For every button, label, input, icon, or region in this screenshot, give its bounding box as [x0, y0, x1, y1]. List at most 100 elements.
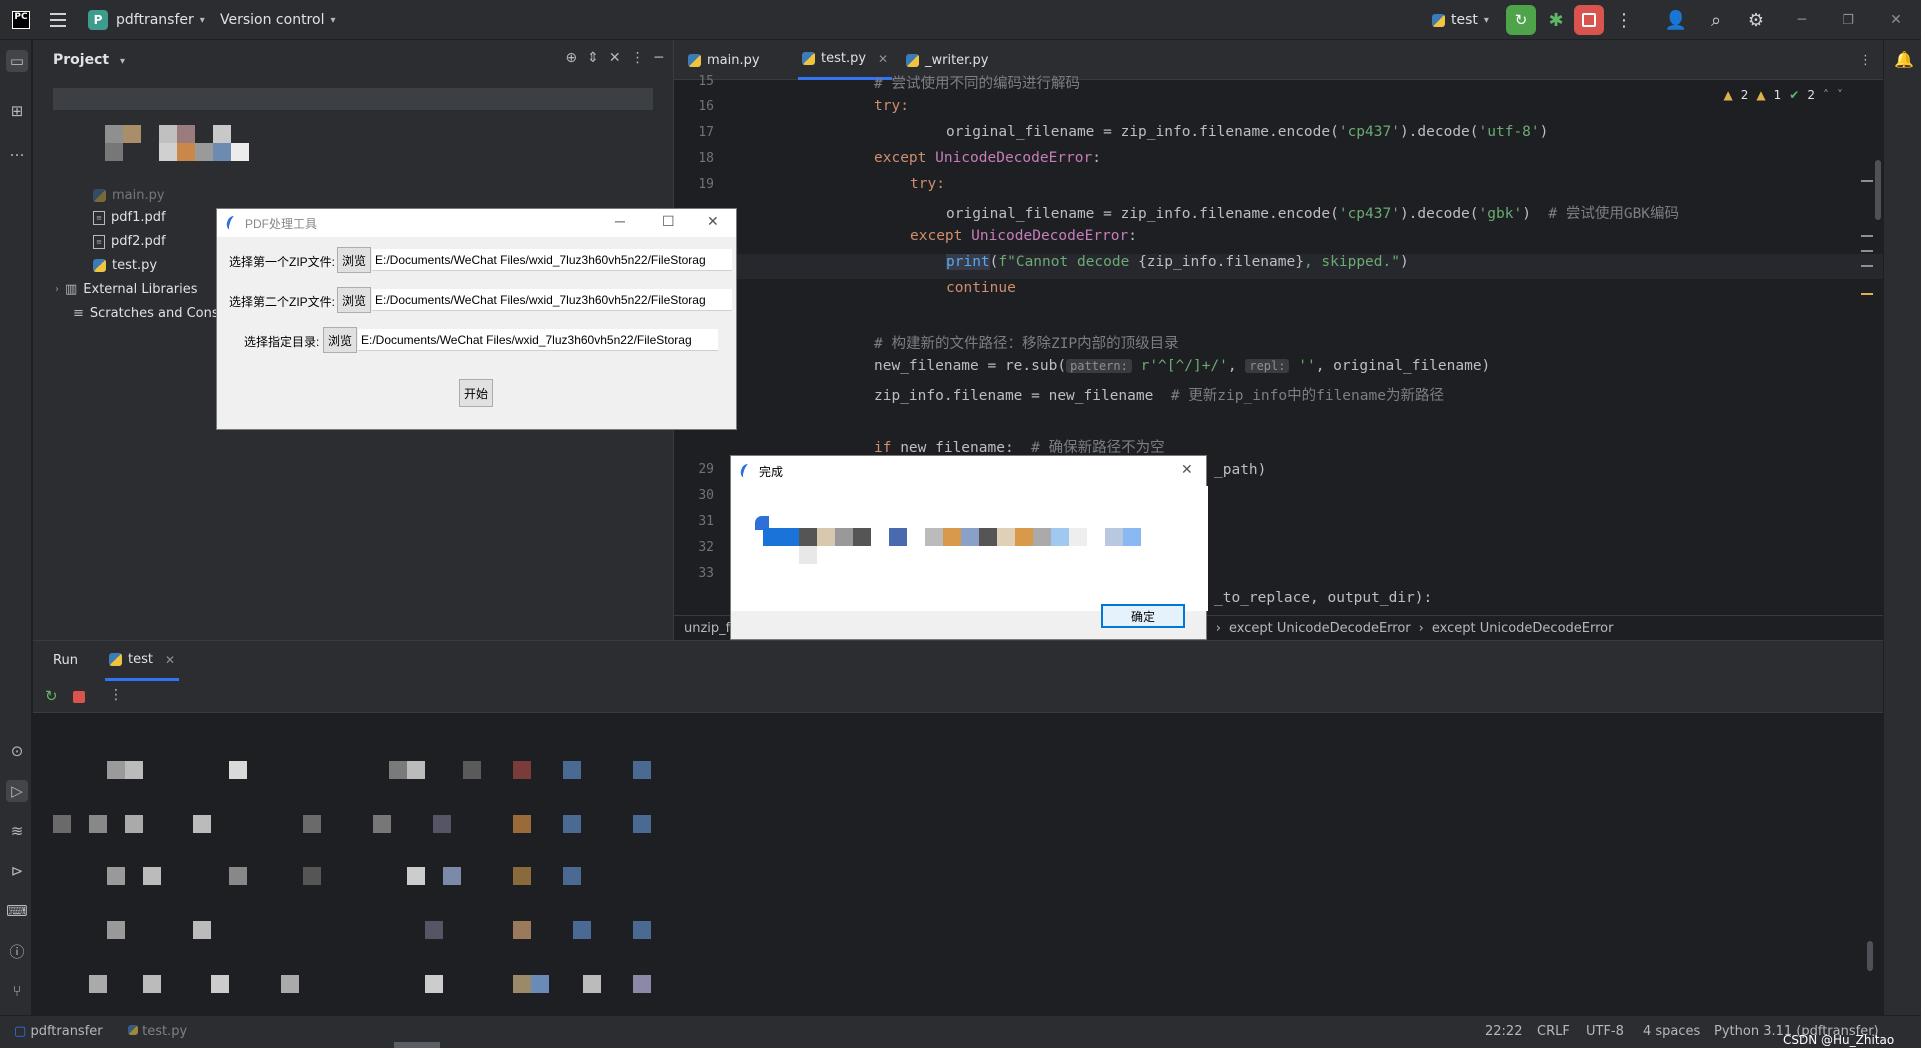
chevron-up-icon[interactable]: ˄: [1823, 88, 1829, 102]
code-line-17[interactable]: original_filename = zip_info.filename.en…: [946, 124, 1548, 140]
python-file-icon: [906, 53, 919, 67]
tree-scratches[interactable]: ≡ Scratches and Cons: [73, 306, 219, 321]
code-line-16[interactable]: try:: [874, 98, 909, 114]
line-number: 15: [698, 74, 714, 89]
code-line-15[interactable]: # 尝试使用不同的编码进行解码: [874, 72, 1080, 93]
run-tool-icon[interactable]: ▷: [6, 780, 28, 802]
maximize-icon[interactable]: ☐: [662, 213, 675, 230]
target-dir-path-field[interactable]: E:/Documents/WeChat Files/wxid_7luz3h60v…: [358, 329, 718, 351]
stop-icon[interactable]: [73, 691, 85, 703]
browse-first-zip-button[interactable]: 浏览: [337, 247, 371, 273]
done-dialog-titlebar[interactable]: 完成 ✕: [731, 456, 1206, 486]
hide-panel-icon[interactable]: ─: [655, 50, 663, 66]
scroll-marker: [1861, 265, 1873, 267]
version-control-menu[interactable]: Version control ▾: [220, 0, 336, 40]
services-icon[interactable]: ⊳: [6, 860, 28, 882]
search-icon[interactable]: ⌕: [1704, 0, 1728, 40]
code-line-29[interactable]: if new_filename: # 确保新路径不为空: [874, 436, 1165, 457]
code-line-34[interactable]: _to_replace, output_dir):: [1214, 590, 1432, 606]
browse-target-dir-button[interactable]: 浏览: [323, 327, 357, 353]
run-config-selector[interactable]: test ▾: [1432, 0, 1489, 40]
debug-icon[interactable]: ✱: [1544, 0, 1568, 40]
restore-window-icon[interactable]: ❐: [1836, 0, 1860, 40]
editor-scrollbar[interactable]: [1875, 160, 1881, 220]
horizontal-scroll-thumb[interactable]: [394, 1042, 440, 1048]
git-branch-icon[interactable]: ⑂: [6, 980, 28, 1002]
status-indent[interactable]: 4 spaces: [1643, 1024, 1700, 1039]
library-icon: ▥: [65, 282, 78, 297]
first-zip-path-field[interactable]: E:/Documents/WeChat Files/wxid_7luz3h60v…: [372, 249, 732, 271]
code-line-21[interactable]: except UnicodeDecodeError:: [910, 228, 1137, 244]
done-dialog-title: 完成: [759, 464, 784, 479]
pdf-file-icon: ≡: [93, 210, 105, 225]
pdf-tool-titlebar[interactable]: PDF处理工具 ─ ☐ ✕: [217, 209, 736, 237]
locate-file-icon[interactable]: ⊕: [565, 50, 577, 66]
project-folder-icon[interactable]: ▭: [6, 50, 28, 72]
close-tab-icon[interactable]: ✕: [165, 653, 175, 667]
breadcrumb-item[interactable]: except UnicodeDecodeError: [1229, 621, 1411, 636]
main-menu-icon[interactable]: [48, 10, 68, 30]
status-project[interactable]: ▢ pdftransfer: [14, 1024, 103, 1039]
code-line-18[interactable]: except UnicodeDecodeError:: [874, 150, 1101, 166]
project-switcher[interactable]: P pdftransfer ▾: [88, 0, 205, 40]
tree-file-pdf1[interactable]: ≡ pdf1.pdf: [93, 210, 166, 225]
tree-file-pdf2[interactable]: ≡ pdf2.pdf: [93, 234, 166, 249]
add-user-icon[interactable]: 👤: [1664, 0, 1688, 40]
layers-icon[interactable]: ≋: [6, 820, 28, 842]
tree-external-libraries[interactable]: › ▥ External Libraries: [55, 282, 198, 297]
minimize-window-icon[interactable]: ─: [1790, 0, 1814, 40]
options-icon[interactable]: ⋮: [631, 50, 645, 66]
terminal-icon[interactable]: ⌨: [6, 900, 28, 922]
problems-icon[interactable]: ⓘ: [6, 940, 28, 962]
browse-second-zip-button[interactable]: 浏览: [337, 287, 371, 313]
python-packages-icon[interactable]: ⊙: [6, 740, 28, 762]
close-icon[interactable]: ✕: [1181, 461, 1193, 478]
settings-gear-icon[interactable]: ⚙: [1744, 0, 1768, 40]
rerun-icon[interactable]: ↻: [45, 687, 58, 705]
code-line-22[interactable]: print(f"Cannot decode {zip_info.filename…: [946, 254, 1409, 270]
warning-icon: ▲: [1723, 88, 1733, 102]
chevron-down-icon: ▾: [199, 14, 205, 26]
status-file[interactable]: test.py: [128, 1024, 187, 1039]
status-cursor-position[interactable]: 22:22: [1485, 1024, 1522, 1039]
tree-file-test-py[interactable]: test.py: [93, 258, 157, 273]
more-actions-icon[interactable]: ⋮: [1612, 0, 1636, 40]
code-line-19[interactable]: try:: [910, 176, 945, 192]
close-icon[interactable]: ✕: [707, 213, 719, 230]
status-line-ending[interactable]: CRLF: [1537, 1024, 1570, 1039]
second-zip-path-field[interactable]: E:/Documents/WeChat Files/wxid_7luz3h60v…: [372, 289, 732, 311]
console-scrollbar[interactable]: [1867, 941, 1873, 971]
inspection-widget[interactable]: ▲ 2 ▲ 1 ✔ 2 ˄ ˅: [1724, 88, 1843, 102]
notifications-bell-icon[interactable]: 🔔: [1894, 50, 1914, 69]
rerun-button[interactable]: ↻: [1506, 5, 1536, 35]
code-line-25[interactable]: # 构建新的文件路径：移除ZIP内部的顶级目录: [874, 332, 1179, 353]
console-output-redacted[interactable]: [33, 731, 653, 1016]
code-line-27[interactable]: zip_info.filename = new_filename # 更新zip…: [874, 384, 1444, 405]
collapse-all-icon[interactable]: ✕: [609, 50, 621, 66]
breadcrumb-item[interactable]: unzip_f: [684, 621, 730, 636]
close-window-icon[interactable]: ✕: [1884, 0, 1908, 40]
tree-file-main-py[interactable]: main.py: [93, 188, 165, 203]
minimize-icon[interactable]: ─: [615, 213, 625, 229]
start-button[interactable]: 开始: [459, 379, 493, 407]
chevron-down-icon[interactable]: ˅: [1837, 88, 1843, 102]
close-tab-icon[interactable]: ✕: [878, 52, 888, 66]
more-tools-icon[interactable]: …: [6, 140, 28, 162]
status-encoding[interactable]: UTF-8: [1586, 1024, 1624, 1039]
line-number: 18: [698, 151, 714, 166]
more-options-icon[interactable]: ⋮: [109, 687, 123, 703]
breadcrumb-item[interactable]: except UnicodeDecodeError: [1432, 621, 1614, 636]
code-line-26[interactable]: new_filename = re.sub(pattern: r'^[^/]+/…: [874, 358, 1490, 374]
run-tab-test[interactable]: test ✕: [105, 641, 180, 681]
pycharm-logo-icon[interactable]: PC: [12, 11, 30, 29]
tabs-options-icon[interactable]: ⋮: [1859, 40, 1872, 80]
code-line-20[interactable]: original_filename = zip_info.filename.en…: [946, 202, 1679, 223]
expand-all-icon[interactable]: ⇕: [587, 50, 599, 66]
code-line-30[interactable]: _path): [1214, 462, 1266, 478]
tree-selected-row[interactable]: [53, 88, 653, 110]
stop-button[interactable]: [1574, 5, 1604, 35]
structure-icon[interactable]: ⊞: [6, 100, 28, 122]
ok-button[interactable]: 确定: [1101, 604, 1185, 628]
project-panel-title[interactable]: Project ▾: [53, 52, 125, 68]
code-line-23[interactable]: continue: [946, 280, 1016, 296]
